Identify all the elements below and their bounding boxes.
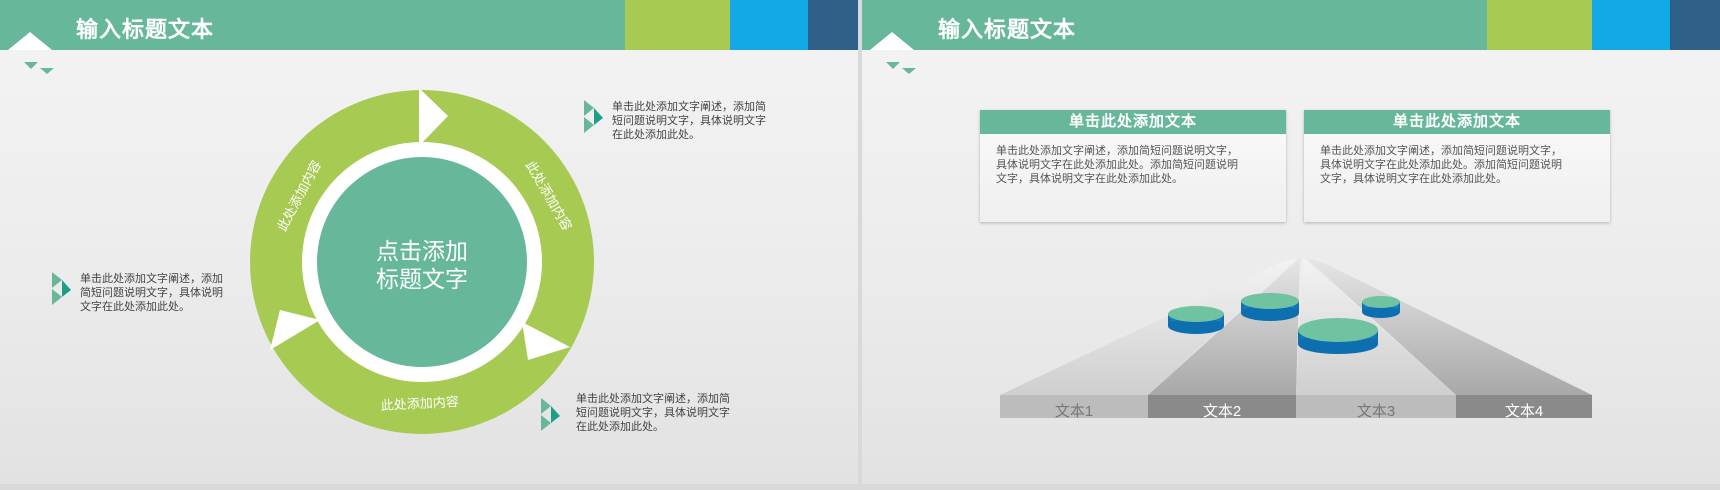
note-left: 单击此处添加文字阐述，添加 简短问题说明文字，具体说明 文字在此处添加此处。 bbox=[80, 273, 223, 313]
slide-2: 输入标题文本 单击此处添加文本 单击此处添加文字阐述，添加简短问题说明文字， 具… bbox=[862, 0, 1720, 484]
note-bullet-icon bbox=[541, 398, 560, 431]
note-bullet-icon bbox=[52, 272, 71, 305]
center-title-line1: 点击添加 bbox=[376, 238, 468, 264]
lane-label-3: 文本3 bbox=[1356, 403, 1396, 420]
lane-label-2: 文本2 bbox=[1202, 403, 1242, 420]
cylinder-marker bbox=[1362, 296, 1400, 318]
note-top-right: 单击此处添加文字阐述，添加简 短问题说明文字，具体说明文字 在此处添加此处。 bbox=[612, 101, 766, 141]
cylinder-marker bbox=[1241, 293, 1299, 321]
note-bullet-icon bbox=[584, 100, 603, 133]
lane-label-1: 文本1 bbox=[1054, 403, 1094, 420]
slide-1: 输入标题文本 点击添加 标题文字 此处添加内容 此处添加内容 此处添加内容 单击… bbox=[0, 0, 858, 484]
note-bottom-right: 单击此处添加文字阐述，添加简 短问题说明文字，具体说明文字 在此处添加此处。 bbox=[576, 393, 730, 433]
cylinder-marker bbox=[1168, 306, 1224, 334]
center-title-line2: 标题文字 bbox=[376, 266, 468, 292]
perspective-lanes-diagram bbox=[1000, 258, 1592, 418]
lane-label-4: 文本4 bbox=[1504, 403, 1544, 420]
cylinder-marker bbox=[1298, 318, 1378, 354]
